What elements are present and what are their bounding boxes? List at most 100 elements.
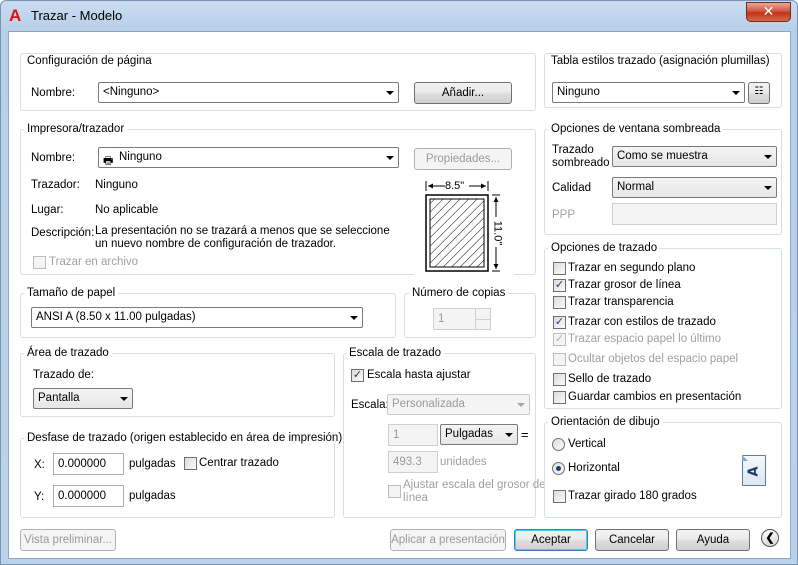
plot-to-file-checkbox[interactable] <box>33 256 46 269</box>
plot-scale-group-label: Escala de trazado <box>346 347 445 359</box>
orientation-letter: A <box>746 466 762 477</box>
plot-what-label: Trazado de: <box>33 369 94 381</box>
fit-to-paper-label: Escala hasta ajustar <box>367 369 471 381</box>
plot-option-checkbox[interactable] <box>553 296 566 309</box>
printer-name-value: Ninguno <box>119 151 162 163</box>
printer-name-label: Nombre: <box>31 152 76 164</box>
plot-option-label: Trazar en segundo plano <box>568 262 696 274</box>
quality-value: Normal <box>617 181 655 193</box>
chevron-down-icon <box>764 186 772 190</box>
plot-option-checkbox[interactable] <box>553 353 566 366</box>
plot-option-checkbox[interactable]: ✓ <box>553 316 566 329</box>
copies-spinner[interactable] <box>475 308 491 330</box>
chevron-down-icon <box>517 403 525 407</box>
chevron-down-icon <box>120 397 128 401</box>
plot-option-checkbox[interactable]: ✓ <box>553 279 566 292</box>
chevron-down-icon <box>764 155 772 159</box>
upside-down-checkbox[interactable] <box>553 490 566 503</box>
center-plot-checkbox[interactable] <box>184 457 197 470</box>
chevron-down-icon <box>350 316 358 320</box>
chevron-down-icon <box>386 91 394 95</box>
dpi-input[interactable] <box>612 203 777 225</box>
scale-units-value: Pulgadas <box>445 428 493 440</box>
quality-label: Calidad <box>552 182 591 194</box>
plot-option-checkbox[interactable] <box>553 391 566 404</box>
chevron-down-icon <box>732 91 740 95</box>
page-setup-name-combo[interactable]: <Ninguno> <box>98 82 399 103</box>
scale-combo[interactable]: Personalizada <box>387 394 530 415</box>
offset-y-unit: pulgadas <box>129 490 176 502</box>
where-value: No aplicable <box>95 204 159 216</box>
plotter-value: Ninguno <box>95 179 138 191</box>
offset-y-input[interactable]: 0.000000 <box>53 485 124 507</box>
preview-height-label: 11.0" <box>491 220 504 246</box>
offset-x-input[interactable]: 0.000000 <box>53 453 124 475</box>
cancel-button[interactable]: Cancelar <box>595 529 669 551</box>
upside-down-label: Trazar girado 180 grados <box>568 490 697 502</box>
preview-width-label: 8.5" <box>445 180 465 192</box>
copies-group-label: Número de copias <box>409 287 509 299</box>
ok-button[interactable]: Aceptar <box>514 529 588 551</box>
plot-option-checkbox[interactable]: ✓ <box>553 333 566 346</box>
printer-name-combo[interactable]: 🖶 Ninguno <box>98 147 399 168</box>
style-table-combo[interactable]: Ninguno <box>552 82 745 103</box>
shade-plot-combo[interactable]: Como se muestra <box>612 146 777 167</box>
printer-properties-button[interactable]: Propiedades... <box>414 148 512 170</box>
scale-denominator-input[interactable]: 493.3 <box>388 451 438 473</box>
printer-icon: 🖶 <box>103 155 114 167</box>
center-plot-label: Centrar trazado <box>199 457 279 469</box>
scale-lineweights-label-2: línea <box>403 492 428 504</box>
scale-value: Personalizada <box>392 398 465 410</box>
edit-style-table-button[interactable]: ☷ <box>748 82 770 104</box>
landscape-radio[interactable] <box>552 462 565 475</box>
plotter-label: Trazador: <box>31 179 80 191</box>
quality-combo[interactable]: Normal <box>612 177 777 198</box>
offset-y-label: Y: <box>34 491 45 503</box>
description-label: Descripción: <box>31 227 95 239</box>
page-fold-corner <box>742 455 748 461</box>
description-line-1: La presentación no se trazará a menos qu… <box>95 225 390 237</box>
title-bar[interactable]: A Trazar - Modelo ✕ <box>1 1 797 31</box>
scale-units-combo[interactable]: Pulgadas <box>440 424 518 445</box>
preview-button[interactable]: Vista preliminar... <box>20 529 116 551</box>
description-line-2: un nuevo nombre de configuración de traz… <box>95 238 337 250</box>
plot-what-combo[interactable]: Pantalla <box>33 388 133 409</box>
plot-offset-group-label: Desfase de trazado (origen establecido e… <box>24 432 346 444</box>
plot-option-label: Trazar transparencia <box>568 296 674 308</box>
page-setup-name-value: <Ninguno> <box>103 86 160 98</box>
plot-options-group-label: Opciones de trazado <box>548 242 661 254</box>
apply-to-layout-button[interactable]: Aplicar a presentación <box>390 529 506 551</box>
plot-option-label: Sello de trazado <box>568 373 652 385</box>
scale-lineweights-label-1: Ajustar escala del grosor de <box>403 479 546 491</box>
help-button[interactable]: Ayuda <box>676 529 750 551</box>
plot-to-file-label: Trazar en archivo <box>49 256 139 268</box>
paper-size-combo[interactable]: ANSI A (8.50 x 11.00 pulgadas) <box>31 307 363 328</box>
copies-input[interactable]: 1 <box>433 308 476 330</box>
plot-option-checkbox[interactable] <box>553 262 566 275</box>
collapse-options-button[interactable]: ❮ <box>761 529 779 547</box>
page-setup-name-label: Nombre: <box>31 87 76 99</box>
offset-x-unit: pulgadas <box>129 458 176 470</box>
close-button[interactable]: ✕ <box>746 2 791 22</box>
dialog-client-area: Configuración de página Nombre: <Ninguno… <box>8 31 791 559</box>
portrait-radio[interactable] <box>552 438 565 451</box>
landscape-label: Horizontal <box>568 462 620 474</box>
printer-group-label: Impresora/trazador <box>24 123 128 135</box>
plot-dialog: A Trazar - Modelo ✕ Configuración de pág… <box>0 0 798 565</box>
offset-x-label: X: <box>34 459 45 471</box>
shade-plot-label-1: Trazado <box>552 144 594 156</box>
style-table-group-label: Tabla estilos trazado (asignación plumil… <box>548 55 773 67</box>
plot-option-label: Trazar espacio papel lo último <box>568 333 721 345</box>
plot-area-group-label: Área de trazado <box>24 347 112 359</box>
shade-plot-value: Como se muestra <box>617 150 708 162</box>
fit-to-paper-checkbox[interactable]: ✓ <box>351 369 364 382</box>
paper-size-value: ANSI A (8.50 x 11.00 pulgadas) <box>36 311 196 323</box>
scale-lineweights-checkbox[interactable] <box>388 485 401 498</box>
scale-numerator-input[interactable]: 1 <box>388 424 438 446</box>
radio-selected-dot <box>556 466 561 471</box>
scale-equals-sign: = <box>521 427 529 442</box>
plot-option-checkbox[interactable] <box>553 373 566 386</box>
autocad-app-icon: A <box>9 6 22 25</box>
plot-option-label: Guardar cambios en presentación <box>568 391 742 403</box>
add-page-setup-button[interactable]: Añadir... <box>414 82 512 104</box>
